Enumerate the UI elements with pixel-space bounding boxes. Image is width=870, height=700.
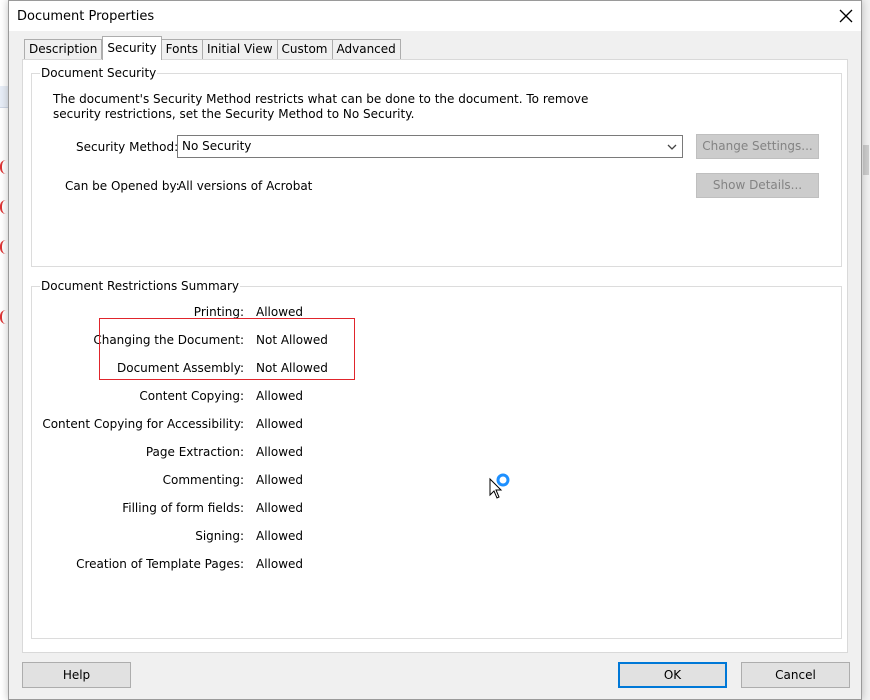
busy-cursor-icon (489, 473, 510, 499)
tab-strip: Description Security Fonts Initial View … (24, 36, 401, 60)
close-button[interactable] (831, 1, 861, 31)
tab-custom[interactable]: Custom (277, 39, 333, 60)
restriction-value: Allowed (256, 501, 304, 515)
restriction-label: Commenting: (162, 473, 244, 487)
restriction-value: Allowed (256, 417, 304, 431)
close-icon (839, 9, 853, 23)
highlight-annotation-box (99, 318, 355, 380)
show-details-button[interactable]: Show Details... (696, 173, 819, 198)
help-button[interactable]: Help (22, 662, 131, 688)
tab-advanced[interactable]: Advanced (332, 39, 401, 60)
security-method-value: No Security (182, 139, 252, 153)
background-red-stamp-fragment (0, 200, 8, 214)
restriction-label: Filling of form fields: (122, 501, 244, 515)
chevron-down-icon (667, 144, 677, 150)
restriction-row-content-copying: Content Copying: Allowed (9, 389, 569, 407)
restriction-row-form-filling: Filling of form fields: Allowed (9, 501, 569, 519)
restriction-value: Allowed (256, 445, 304, 459)
change-settings-button[interactable]: Change Settings... (696, 134, 819, 159)
restriction-value: Allowed (256, 529, 304, 543)
restriction-value: Allowed (256, 557, 304, 571)
tab-description[interactable]: Description (24, 39, 103, 60)
restriction-label: Printing: (193, 305, 244, 319)
restriction-value: Allowed (256, 305, 304, 319)
restriction-label: Creation of Template Pages: (76, 557, 244, 571)
tab-initial-view[interactable]: Initial View (203, 39, 278, 60)
restriction-value: Allowed (256, 389, 304, 403)
document-security-group: Document Security The document's Securit… (31, 66, 842, 267)
restriction-row-page-extraction: Page Extraction: Allowed (9, 445, 569, 463)
restriction-row-commenting: Commenting: Allowed (9, 473, 569, 491)
background-red-stamp-fragment (0, 240, 8, 254)
restriction-label: Signing: (195, 529, 244, 543)
dialog-title: Document Properties (17, 9, 155, 24)
title-bar: Document Properties (9, 1, 861, 31)
ok-button[interactable]: OK (618, 662, 727, 688)
background-scrollbar[interactable] (862, 0, 870, 700)
restrictions-summary-heading: Document Restrictions Summary (40, 279, 241, 293)
restriction-value: Allowed (256, 473, 304, 487)
tab-security[interactable]: Security (102, 36, 162, 60)
document-properties-dialog: Document Properties Description Security… (8, 0, 862, 700)
opened-by-label: Can be Opened by: (65, 179, 180, 193)
restriction-row-signing: Signing: Allowed (9, 529, 569, 547)
tab-fonts[interactable]: Fonts (161, 39, 204, 60)
restriction-label: Page Extraction: (145, 445, 244, 459)
restriction-label: Content Copying for Accessibility: (42, 417, 244, 431)
document-security-heading: Document Security (40, 66, 158, 80)
security-method-label: Security Method: (76, 140, 179, 154)
restriction-label: Content Copying: (139, 389, 244, 403)
cancel-button[interactable]: Cancel (741, 662, 850, 688)
restriction-row-template-pages: Creation of Template Pages: Allowed (9, 557, 569, 575)
security-method-select[interactable]: No Security (177, 135, 683, 158)
opened-by-value: All versions of Acrobat (178, 179, 313, 193)
background-scrollbar-thumb[interactable] (863, 145, 869, 175)
restriction-row-content-copying-accessibility: Content Copying for Accessibility: Allow… (9, 417, 569, 435)
security-description-line-2: security restrictions, set the Security … (53, 107, 415, 121)
background-red-stamp-fragment (0, 160, 8, 174)
security-description-line-1: The document's Security Method restricts… (53, 92, 589, 106)
